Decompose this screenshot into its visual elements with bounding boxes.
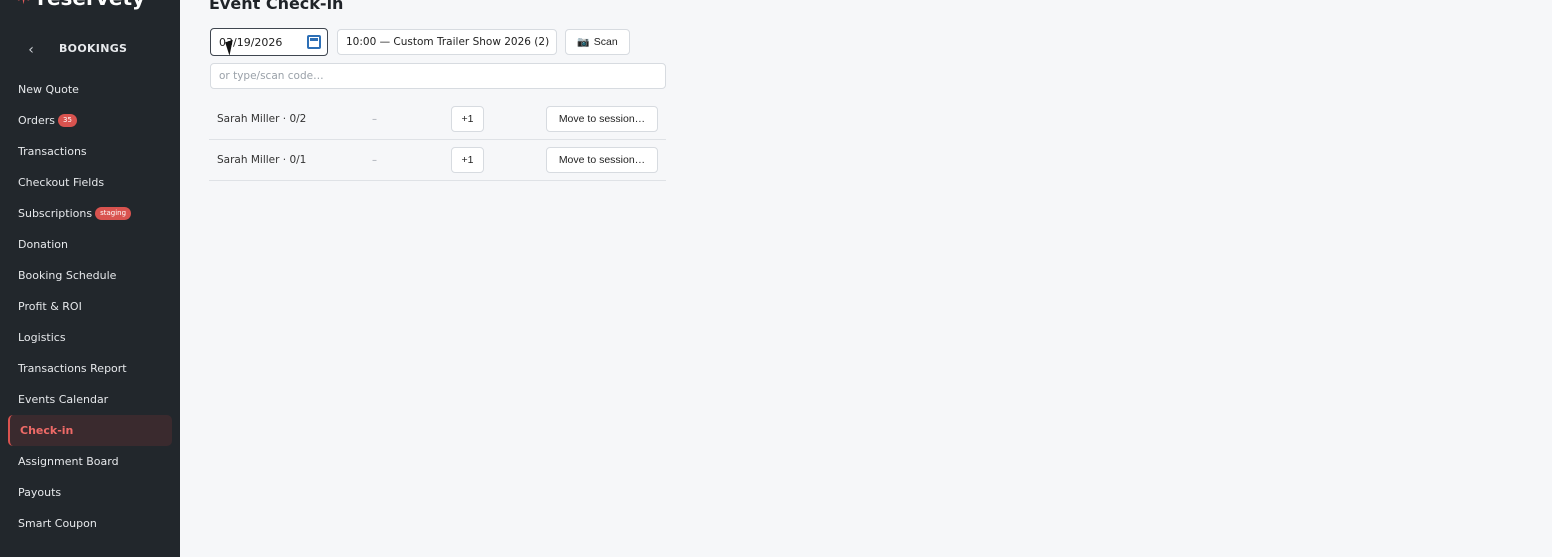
sidebar-item-transactions-report[interactable]: Transactions Report [8, 353, 172, 384]
session-select[interactable]: 10:00 — Custom Trailer Show 2026 (2) [337, 29, 557, 55]
sidebar-item-checkout-fields[interactable]: Checkout Fields [8, 167, 172, 198]
section-title: BOOKINGS [59, 42, 128, 55]
brand-name: reservety [37, 0, 145, 10]
sidebar-item-label: Transactions Report [18, 362, 127, 375]
sidebar-item-booking-schedule[interactable]: Booking Schedule [8, 260, 172, 291]
sidebar-item-assignment-board[interactable]: Assignment Board [8, 446, 172, 477]
checkin-list: Sarah Miller · 0/2 – +1 Move to session…… [209, 99, 666, 181]
page-title: Event Check-in [209, 0, 344, 13]
sidebar-item-orders[interactable]: Orders 35 [8, 105, 172, 136]
sidebar-item-logistics[interactable]: Logistics [8, 322, 172, 353]
sidebar-item-new-quote[interactable]: New Quote [8, 74, 172, 105]
plus-one-button[interactable]: +1 [451, 147, 484, 173]
orders-count-badge: 35 [58, 114, 77, 127]
attendee-name: Sarah Miller · 0/2 [217, 113, 307, 125]
sidebar-item-label: Smart Coupon [18, 517, 97, 530]
sidebar-item-label: Logistics [18, 331, 66, 344]
sidebar-item-profit-roi[interactable]: Profit & ROI [8, 291, 172, 322]
move-to-session-button[interactable]: Move to session… [546, 147, 658, 173]
sidebar-nav: New Quote Orders 35 Transactions Checkout… [8, 74, 172, 539]
attendee-status: – [372, 113, 377, 125]
attendee-name: Sarah Miller · 0/1 [217, 154, 307, 166]
sidebar-item-label: Events Calendar [18, 393, 109, 406]
plus-one-button[interactable]: +1 [451, 106, 484, 132]
code-input[interactable] [210, 63, 666, 89]
sidebar-item-transactions[interactable]: Transactions [8, 136, 172, 167]
sidebar-item-label: Orders [18, 114, 55, 127]
sidebar-item-label: Payouts [18, 486, 62, 499]
sidebar-item-label: Booking Schedule [18, 269, 117, 282]
sidebar-item-label: Subscriptions [18, 207, 93, 220]
move-to-session-button[interactable]: Move to session… [546, 106, 658, 132]
list-item: Sarah Miller · 0/1 – +1 Move to session… [209, 140, 666, 181]
sidebar-item-label: Transactions [18, 145, 87, 158]
sidebar-item-donation[interactable]: Donation [8, 229, 172, 260]
attendee-status: – [372, 154, 377, 166]
sidebar: ✶ reservety ‹ BOOKINGS New Quote Orders3… [0, 0, 180, 557]
scan-button[interactable]: 📷 Scan [565, 29, 630, 55]
staging-badge: staging [95, 207, 132, 220]
main-content: Event Check-in 03/19/2026 10:00 — Custom… [180, 0, 1552, 557]
logo-mark-icon: ✶ [16, 0, 31, 9]
brand-logo[interactable]: ✶ reservety [16, 0, 145, 10]
sidebar-item-payouts[interactable]: Payouts [8, 477, 172, 508]
sidebar-item-label: Assignment Board [18, 455, 119, 468]
sidebar-item-subscriptions[interactable]: Subscriptions staging [8, 198, 172, 229]
list-item: Sarah Miller · 0/2 – +1 Move to session… [209, 99, 666, 140]
session-value: 10:00 — Custom Trailer Show 2026 (2) [346, 36, 550, 48]
sidebar-item-label: Check-in [20, 424, 74, 437]
sidebar-item-events-calendar[interactable]: Events Calendar [8, 384, 172, 415]
sidebar-item-label: Checkout Fields [18, 176, 105, 189]
scan-label: Scan [593, 36, 618, 48]
calendar-icon[interactable] [307, 35, 321, 49]
sidebar-item-smart-coupon[interactable]: Smart Coupon [8, 508, 172, 539]
sidebar-item-check-in[interactable]: Check-in [8, 415, 172, 446]
sidebar-item-label: Profit & ROI [18, 300, 82, 313]
camera-icon: 📷 [577, 36, 590, 48]
back-chevron-icon[interactable]: ‹ [24, 41, 38, 59]
sidebar-item-label: New Quote [18, 83, 79, 96]
sidebar-item-label: Donation [18, 238, 68, 251]
